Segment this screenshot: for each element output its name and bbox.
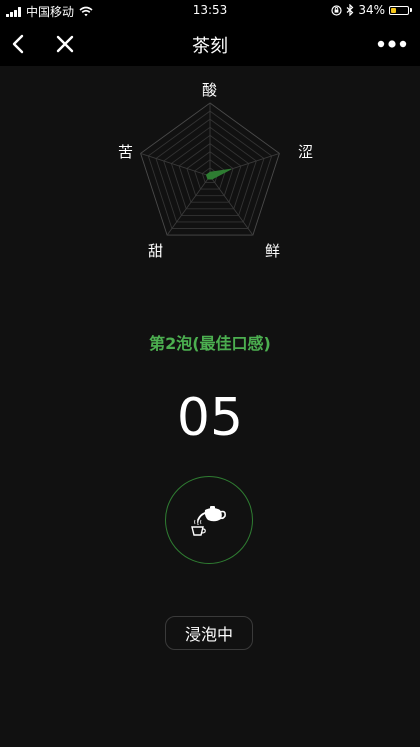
- radar-axis-line: [166, 175, 211, 236]
- radar-label-sweet: 甜: [148, 242, 164, 260]
- page-title: 茶刻: [192, 36, 228, 57]
- status-right: 34%: [331, 3, 412, 17]
- radar-label-bitter: 苦: [118, 143, 134, 161]
- brew-timer: 05: [176, 388, 244, 448]
- battery-icon: [389, 5, 412, 15]
- teapot-pour-icon: [191, 506, 226, 536]
- battery-level: [391, 7, 397, 13]
- more-button[interactable]: [372, 22, 412, 66]
- brew-stage-label: 第2泡(最佳口感): [149, 334, 271, 353]
- pour-button[interactable]: [165, 476, 253, 564]
- status-bar: 中国移动 13:53 34%: [0, 0, 420, 22]
- radar-axis-line: [209, 175, 254, 236]
- radar-label-sour: 酸: [202, 81, 218, 99]
- flavor-radar: 酸 涩 鲜 甜 苦: [0, 66, 420, 286]
- brew-status-pill: 浸泡中: [165, 616, 253, 650]
- radar-label-astringent: 涩: [298, 143, 314, 161]
- radar-label-umami: 鲜: [265, 242, 281, 260]
- more-icon: [377, 40, 407, 48]
- bluetooth-icon: [346, 4, 354, 16]
- nav-bar: 茶刻: [0, 22, 420, 66]
- battery-percent: 34%: [358, 3, 385, 17]
- orientation-lock-icon: [331, 4, 342, 16]
